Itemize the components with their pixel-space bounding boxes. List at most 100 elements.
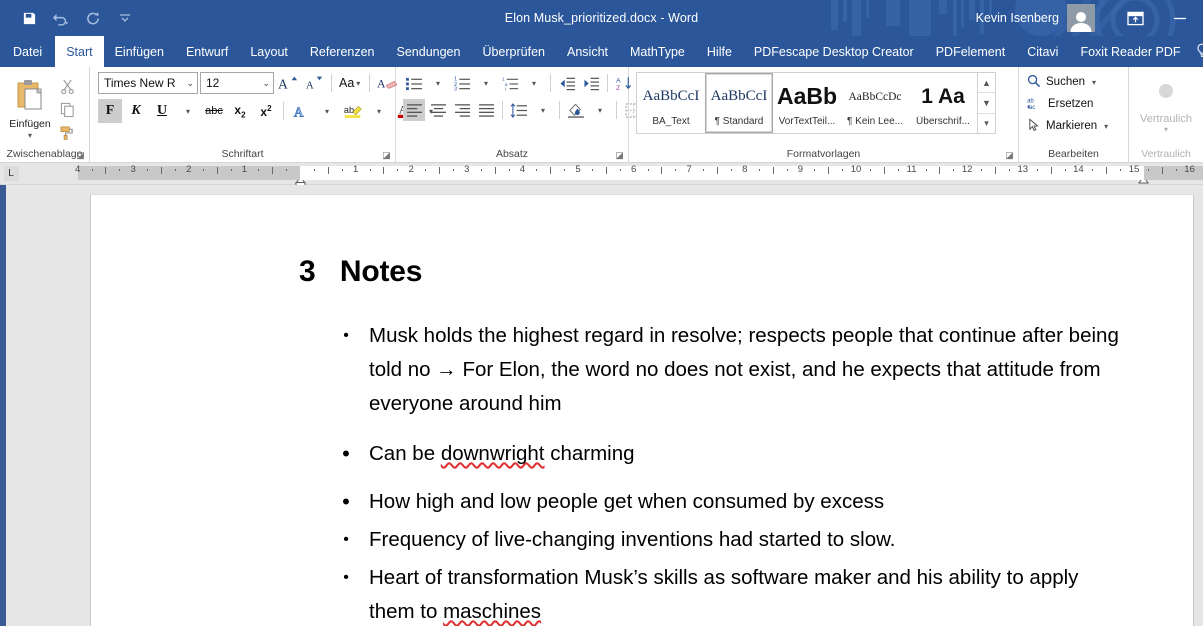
bullet-marker-icon: • [339, 523, 353, 557]
font-group-label: Schriftart ◪ [90, 146, 395, 162]
tab-einfuegen[interactable]: Einfügen [104, 36, 175, 67]
styles-more-icon[interactable]: ▾ [978, 113, 995, 133]
numbering-caret-icon[interactable]: ▾ [475, 72, 497, 94]
text-effects-button[interactable]: A [289, 99, 313, 123]
tab-ueberpruefen[interactable]: Überprüfen [471, 36, 556, 67]
style-kein-leerraum[interactable]: AaBbCcDc ¶ Kein Lee... [841, 73, 909, 133]
clipboard-group-label: Zwischenablage ◪ [0, 146, 89, 162]
underline-caret-icon[interactable]: ▾ [176, 99, 200, 123]
save-icon[interactable] [14, 3, 44, 33]
document-bullet-item[interactable]: •Musk holds the highest regard in resolv… [91, 319, 1193, 421]
ribbon-display-options-icon[interactable] [1113, 0, 1157, 36]
avatar[interactable] [1067, 4, 1095, 32]
style-name: ¶ Kein Lee... [847, 116, 903, 127]
styles-dialog-launcher[interactable]: ◪ [1005, 151, 1014, 160]
grow-font-button[interactable]: A [276, 71, 300, 95]
tab-layout[interactable]: Layout [239, 36, 299, 67]
tab-start[interactable]: Start [55, 36, 103, 67]
font-dialog-launcher[interactable]: ◪ [382, 151, 391, 160]
superscript-button[interactable]: x2 [254, 99, 278, 123]
minimize-icon[interactable] [1157, 0, 1203, 36]
find-caret-icon[interactable]: ▾ [1090, 78, 1098, 87]
tab-entwurf[interactable]: Entwurf [175, 36, 239, 67]
styles-scroll-up-icon[interactable]: ▲ [978, 73, 995, 92]
style-standard[interactable]: AaBbCcI ¶ Standard [705, 73, 773, 133]
document-bullet-item[interactable]: •How high and low people get when consum… [91, 485, 1193, 519]
tab-datei[interactable]: Datei [0, 36, 55, 67]
ruler-half-mark [217, 167, 218, 174]
bold-button[interactable]: F [98, 99, 122, 123]
ruler-quarter-mark [397, 169, 398, 171]
styles-scroll-down-icon[interactable]: ▼ [978, 92, 995, 112]
account-name[interactable]: Kevin Isenberg [976, 0, 1059, 36]
document-bullet-item[interactable]: •Can be downwright charming [91, 437, 1193, 471]
redo-icon[interactable] [78, 3, 108, 33]
replace-button[interactable]: abac Ersetzen [1027, 94, 1093, 114]
subscript-button[interactable]: x2 [228, 99, 252, 123]
horizontal-ruler[interactable]: 432112345678910111213141516 [22, 163, 1203, 185]
paste-button[interactable]: Einfügen ▾ [6, 76, 54, 140]
numbering-icon[interactable]: 123 [451, 72, 473, 94]
svg-text:A: A [305, 79, 313, 91]
paste-caret-icon[interactable]: ▾ [26, 131, 34, 140]
copy-icon[interactable] [56, 99, 78, 119]
find-button[interactable]: Suchen ▾ [1027, 72, 1098, 92]
clipboard-dialog-launcher[interactable]: ◪ [76, 151, 85, 160]
style-ueberschrift[interactable]: 1 Aa Überschrif... [909, 73, 977, 133]
decrease-indent-icon[interactable] [556, 72, 578, 94]
tab-hilfe[interactable]: Hilfe [696, 36, 743, 67]
font-name-combo[interactable]: Times New R ⌄ [98, 72, 198, 94]
tab-referenzen[interactable]: Referenzen [299, 36, 386, 67]
align-left-icon[interactable] [403, 99, 425, 121]
ruler-quarter-mark [926, 169, 927, 171]
font-name-value: Times New R [104, 76, 176, 90]
text-highlight-button[interactable]: ab [341, 99, 365, 123]
tab-citavi[interactable]: Citavi [1016, 36, 1069, 67]
ruler-quarter-mark [175, 169, 176, 171]
highlight-caret-icon[interactable]: ▾ [367, 99, 391, 123]
ribbon-group-sensitivity: Vertraulich ▾ Vertraulich [1129, 67, 1203, 162]
tab-pdfelement[interactable]: PDFelement [925, 36, 1016, 67]
ruler-half-mark [1051, 167, 1052, 174]
align-center-icon[interactable] [427, 99, 449, 121]
customize-qat-icon[interactable] [110, 3, 140, 33]
document-bullet-item[interactable]: •Heart of transformation Musk’s skills a… [91, 561, 1193, 626]
align-right-icon[interactable] [451, 99, 473, 121]
tab-stop-selector[interactable]: L [0, 163, 22, 184]
text-effects-caret-icon[interactable]: ▾ [315, 99, 339, 123]
italic-button[interactable]: K [124, 99, 148, 123]
tab-sendungen[interactable]: Sendungen [386, 36, 472, 67]
shading-caret-icon[interactable]: ▾ [589, 99, 611, 121]
select-caret-icon[interactable]: ▾ [1102, 122, 1110, 131]
bullets-icon[interactable] [403, 72, 425, 94]
change-case-button[interactable]: Aa▾ [337, 71, 364, 95]
multilevel-caret-icon[interactable]: ▾ [523, 72, 545, 94]
format-painter-icon[interactable] [56, 122, 78, 142]
bullets-caret-icon[interactable]: ▾ [427, 72, 449, 94]
justify-icon[interactable] [475, 99, 497, 121]
tell-me-box[interactable]: Sie wünschen [1195, 36, 1203, 67]
line-spacing-caret-icon[interactable]: ▾ [532, 99, 554, 121]
strikethrough-button[interactable]: abc [202, 99, 226, 123]
increase-indent-icon[interactable] [580, 72, 602, 94]
undo-icon[interactable] [46, 3, 76, 33]
tab-ansicht[interactable]: Ansicht [556, 36, 619, 67]
tab-pdfescape-desktop-creator[interactable]: PDFescape Desktop Creator [743, 36, 925, 67]
underline-button[interactable]: U [150, 99, 174, 123]
multilevel-list-icon[interactable]: 1ai [499, 72, 521, 94]
tab-mathtype[interactable]: MathType [619, 36, 696, 67]
style-vortextteil[interactable]: AaBb VorTextTeil... [773, 73, 841, 133]
select-button[interactable]: Markieren ▾ [1027, 116, 1110, 136]
paragraph-dialog-launcher[interactable]: ◪ [615, 151, 624, 160]
document-bullet-item[interactable]: •Frequency of live-changing inventions h… [91, 523, 1193, 557]
shrink-font-button[interactable]: A [302, 71, 326, 95]
style-ba-text[interactable]: AaBbCcI BA_Text [637, 73, 705, 133]
tab-foxit-reader-pdf[interactable]: Foxit Reader PDF [1069, 36, 1191, 67]
shading-icon[interactable] [565, 99, 587, 121]
font-size-combo[interactable]: 12 ⌄ [200, 72, 274, 94]
left-edge-strip [0, 185, 6, 626]
sensitivity-caret-icon[interactable]: ▾ [1164, 125, 1168, 134]
document-page[interactable]: 3 Notes •Musk holds the highest regard i… [90, 194, 1194, 626]
line-spacing-icon[interactable] [508, 99, 530, 121]
cut-icon[interactable] [56, 76, 78, 96]
